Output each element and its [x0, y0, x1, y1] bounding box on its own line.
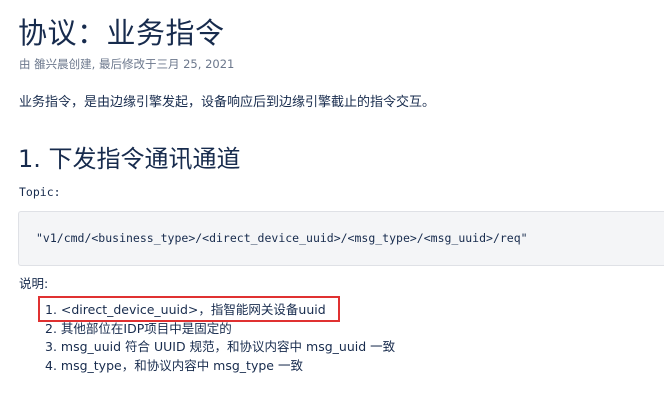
highlight-annotation-box [38, 296, 340, 322]
topic-label: Topic: [19, 185, 61, 199]
list-item: 2. 其他部位在IDP项目中是固定的 [45, 320, 232, 336]
list-item: 3. msg_uuid 符合 UUID 规范，和协议内容中 msg_uuid 一… [45, 339, 396, 354]
topic-code: "v1/cmd/<business_type>/<direct_device_u… [36, 231, 528, 245]
note-label: 说明: [19, 276, 49, 291]
section-heading: 1. 下发指令通讯通道 [18, 145, 241, 173]
intro-paragraph: 业务指令，是由边缘引擎发起，设备响应后到边缘引擎截止的指令交互。 [19, 95, 436, 110]
page-title: 协议：业务指令 [18, 16, 225, 50]
code-block: "v1/cmd/<business_type>/<direct_device_u… [18, 211, 664, 266]
list-item: 4. msg_type，和协议内容中 msg_type 一致 [45, 357, 303, 373]
page-byline: 由 雒兴晨创建, 最后修改于三月 25, 2021 [19, 57, 235, 71]
clipped-top-text [60, 0, 130, 2]
